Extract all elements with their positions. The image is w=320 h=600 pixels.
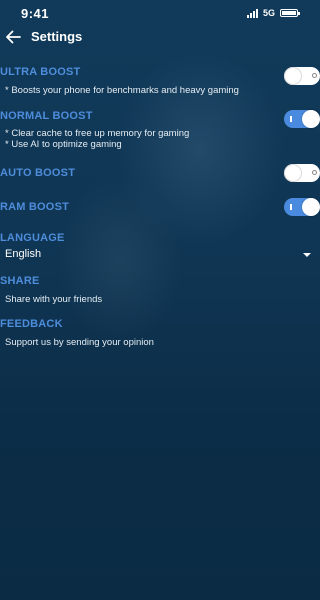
feedback-row[interactable]: FEEDBACK Support us by sending your opin… — [0, 318, 320, 350]
ultra-boost-toggle[interactable] — [284, 67, 320, 85]
share-title: SHARE — [0, 275, 40, 287]
normal-boost-toggle[interactable] — [284, 110, 320, 128]
language-select[interactable]: English — [0, 247, 320, 263]
toggle-off-indicator-icon — [312, 170, 317, 175]
share-description: Share with your friends — [5, 294, 103, 305]
status-bar: 9:41 5G — [0, 0, 320, 26]
normal-boost-title: NORMAL BOOST — [0, 110, 93, 122]
arrow-left-icon — [6, 30, 21, 44]
ram-boost-toggle[interactable] — [284, 198, 320, 216]
ultra-boost-title: ULTRA BOOST — [0, 66, 81, 78]
toggle-knob — [284, 164, 302, 182]
normal-boost-description-1: * Clear cache to free up memory for gami… — [5, 128, 190, 139]
ultra-boost-description: * Boosts your phone for benchmarks and h… — [5, 85, 239, 96]
back-button[interactable] — [2, 26, 24, 48]
normal-boost-description-2: * Use AI to optimize gaming — [5, 139, 122, 150]
status-icons: 5G — [246, 8, 300, 18]
language-title: LANGUAGE — [0, 232, 65, 244]
toggle-knob — [284, 67, 302, 85]
status-time: 9:41 — [21, 6, 50, 21]
feedback-title: FEEDBACK — [0, 318, 63, 330]
page-title: Settings — [31, 29, 83, 44]
ram-boost-title: RAM BOOST — [0, 201, 70, 213]
auto-boost-toggle[interactable] — [284, 164, 320, 182]
toggle-off-indicator-icon — [312, 73, 317, 78]
toggle-on-indicator-icon — [290, 116, 292, 122]
feedback-description: Support us by sending your opinion — [5, 337, 154, 348]
toggle-knob — [302, 110, 320, 128]
signal-icon — [246, 8, 258, 18]
battery-icon — [280, 9, 300, 17]
share-row[interactable]: SHARE Share with your friends — [0, 275, 320, 307]
toggle-on-indicator-icon — [290, 204, 292, 210]
app-bar: Settings — [0, 26, 320, 50]
language-selected-value: English — [5, 248, 42, 260]
toggle-knob — [302, 198, 320, 216]
auto-boost-title: AUTO BOOST — [0, 167, 76, 179]
dropdown-arrow-icon — [303, 253, 311, 257]
network-label: 5G — [262, 8, 275, 18]
